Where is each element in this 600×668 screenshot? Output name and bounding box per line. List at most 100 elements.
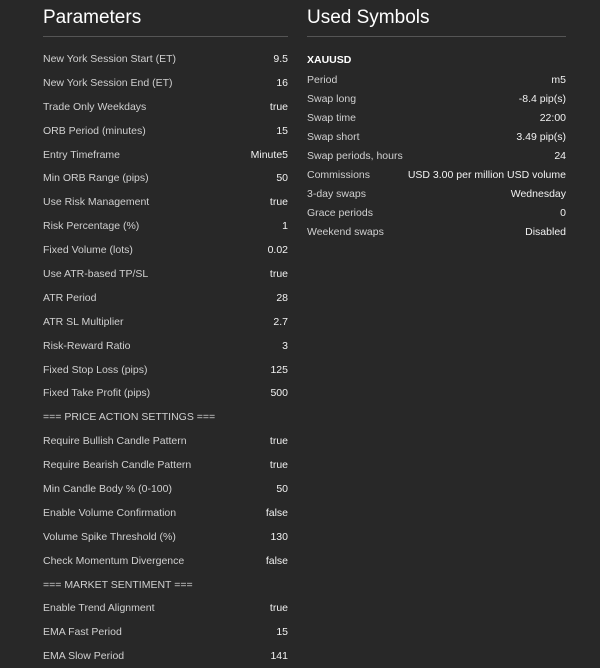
parameter-name: Enable Trend Alignment: [43, 602, 155, 615]
parameter-name: Risk Percentage (%): [43, 220, 140, 233]
symbol-property-name: Swap short: [307, 130, 360, 143]
parameter-value: 9.5: [273, 52, 288, 65]
parameter-value: false: [265, 554, 288, 567]
parameter-value: 50: [276, 482, 288, 495]
parameter-value: 500: [270, 387, 288, 400]
parameter-name: Enable Volume Confirmation: [43, 506, 177, 519]
parameter-row: Risk-Reward Ratio 3: [43, 334, 288, 358]
parameter-name: ORB Period (minutes): [43, 124, 146, 137]
parameter-value: 0.02: [267, 244, 288, 257]
parameter-row: Min Candle Body % (0-100) 50: [43, 477, 288, 501]
parameter-value: 125: [270, 363, 288, 376]
symbol-property-value: USD 3.00 per million USD volume: [407, 169, 566, 182]
parameter-value: 1: [282, 220, 288, 233]
symbol-property-value: Disabled: [525, 226, 566, 239]
parameter-name: Require Bullish Candle Pattern: [43, 435, 187, 448]
parameter-value: 15: [276, 626, 288, 639]
parameter-row: Risk Percentage (%) 1: [43, 214, 288, 238]
parameter-value: true: [269, 602, 288, 615]
symbol-property-value: 3.49 pip(s): [516, 130, 566, 143]
parameter-name: ATR Period: [43, 291, 97, 304]
parameter-section-header: === MARKET SENTIMENT ===: [43, 573, 288, 597]
parameter-row: New York Session Start (ET) 9.5: [43, 47, 288, 71]
parameter-value: 3: [282, 339, 288, 352]
parameter-name: New York Session Start (ET): [43, 52, 177, 65]
symbol-property-row: Weekend swaps Disabled: [307, 223, 566, 242]
parameter-value: true: [269, 459, 288, 472]
symbol-property-name: Swap time: [307, 111, 357, 124]
symbol-property-row: Swap periods, hours 24: [307, 146, 566, 165]
parameters-title: Parameters: [43, 0, 288, 37]
symbol-property-value: 24: [554, 149, 566, 162]
parameter-row: Entry Timeframe Minute5: [43, 143, 288, 167]
symbol-property-name: 3-day swaps: [307, 188, 366, 201]
parameter-value: true: [269, 100, 288, 113]
parameter-row: EMA Slow Period 141: [43, 644, 288, 668]
parameter-row: Enable Trend Alignment true: [43, 596, 288, 620]
parameter-row: Use ATR-based TP/SL true: [43, 262, 288, 286]
parameter-row: Volume Spike Threshold (%) 130: [43, 525, 288, 549]
parameter-value: true: [269, 196, 288, 209]
symbol-property-value: m5: [551, 73, 566, 86]
symbol-properties-list: Period m5 Swap long -8.4 pip(s) Swap time 2…: [307, 70, 566, 242]
parameter-name: ATR SL Multiplier: [43, 315, 124, 328]
parameter-row: Require Bullish Candle Pattern true: [43, 429, 288, 453]
symbol-property-name: Grace periods: [307, 207, 373, 220]
parameter-value: 141: [270, 650, 288, 663]
parameter-name: Require Bearish Candle Pattern: [43, 459, 192, 472]
parameter-row: Min ORB Range (pips) 50: [43, 166, 288, 190]
parameter-value: true: [269, 267, 288, 280]
symbol-property-row: 3-day swaps Wednesday: [307, 185, 566, 204]
parameter-row: Fixed Volume (lots) 0.02: [43, 238, 288, 262]
parameter-name: Fixed Stop Loss (pips): [43, 363, 148, 376]
parameter-name: === PRICE ACTION SETTINGS ===: [43, 411, 216, 424]
parameter-value: 16: [276, 76, 288, 89]
parameter-row: New York Session End (ET) 16: [43, 71, 288, 95]
parameter-row: Require Bearish Candle Pattern true: [43, 453, 288, 477]
parameter-row: Enable Volume Confirmation false: [43, 501, 288, 525]
parameter-row: EMA Fast Period 15: [43, 620, 288, 644]
parameter-name: Use Risk Management: [43, 196, 150, 209]
parameter-row: Fixed Take Profit (pips) 500: [43, 381, 288, 405]
parameter-name: Volume Spike Threshold (%): [43, 530, 176, 543]
symbol-property-row: Swap short 3.49 pip(s): [307, 127, 566, 146]
parameter-row: ORB Period (minutes) 15: [43, 119, 288, 143]
symbol-property-row: Swap long -8.4 pip(s): [307, 89, 566, 108]
parameter-name: Check Momentum Divergence: [43, 554, 185, 567]
used-symbols-panel: Used Symbols XAUUSD Period m5 Swap long -8…: [307, 0, 566, 242]
parameter-value: 50: [276, 172, 288, 185]
symbol-property-name: Period: [307, 73, 338, 86]
parameter-row: Use Risk Management true: [43, 190, 288, 214]
parameter-name: Fixed Volume (lots): [43, 244, 133, 257]
used-symbols-title: Used Symbols: [307, 0, 566, 37]
parameters-list: New York Session Start (ET) 9.5 New York …: [43, 47, 288, 668]
parameter-value: 2.7: [273, 315, 288, 328]
symbol-property-value: -8.4 pip(s): [518, 92, 566, 105]
parameter-row: Fixed Stop Loss (pips) 125: [43, 358, 288, 382]
report-page: Parameters New York Session Start (ET) 9.…: [0, 0, 600, 668]
symbol-property-name: Swap long: [307, 92, 357, 105]
parameter-name: Fixed Take Profit (pips): [43, 387, 151, 400]
symbol-property-name: Swap periods, hours: [307, 149, 403, 162]
parameter-row: ATR Period 28: [43, 286, 288, 310]
symbol-property-row: Commissions USD 3.00 per million USD volu…: [307, 165, 566, 184]
parameter-name: === MARKET SENTIMENT ===: [43, 578, 193, 591]
symbol-property-value: Wednesday: [510, 188, 566, 201]
symbol-property-value: 0: [560, 207, 566, 220]
parameters-panel: Parameters New York Session Start (ET) 9.…: [43, 0, 288, 668]
parameter-name: Min ORB Range (pips): [43, 172, 149, 185]
parameter-value: 28: [276, 291, 288, 304]
parameter-value: false: [265, 506, 288, 519]
parameter-name: Trade Only Weekdays: [43, 100, 147, 113]
symbol-property-row: Period m5: [307, 70, 566, 89]
parameter-name: EMA Fast Period: [43, 626, 122, 639]
parameter-name: New York Session End (ET): [43, 76, 173, 89]
parameter-name: Use ATR-based TP/SL: [43, 267, 149, 280]
symbol-property-name: Commissions: [307, 169, 371, 182]
parameter-name: Risk-Reward Ratio: [43, 339, 131, 352]
parameter-value: Minute5: [250, 148, 288, 161]
symbol-property-row: Grace periods 0: [307, 204, 566, 223]
parameter-name: Entry Timeframe: [43, 148, 121, 161]
parameter-row: ATR SL Multiplier 2.7: [43, 310, 288, 334]
parameter-name: Min Candle Body % (0-100): [43, 482, 172, 495]
